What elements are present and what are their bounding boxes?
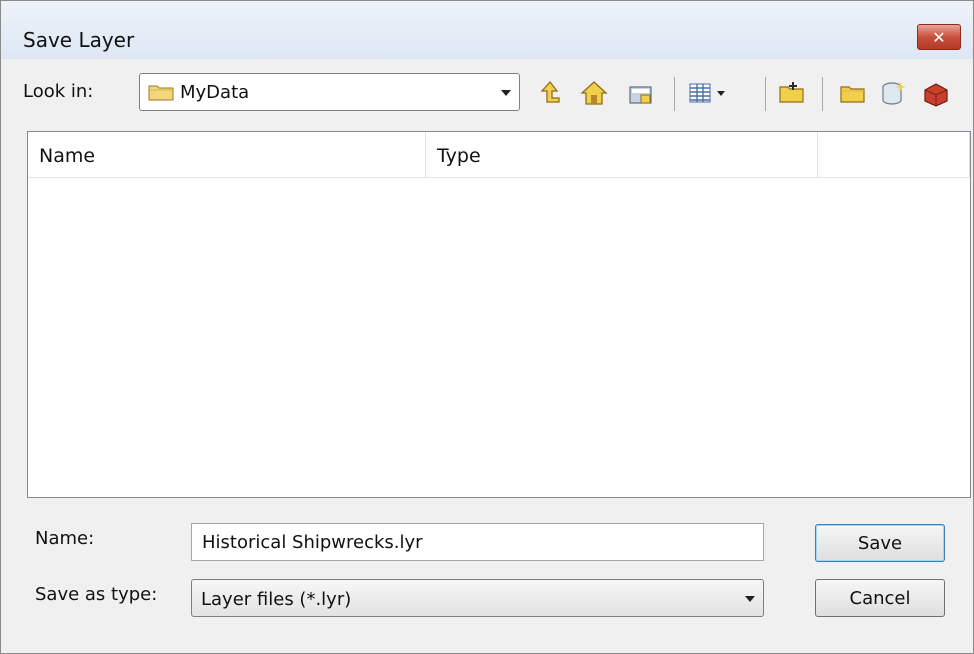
save-as-type-value: Layer files (*.lyr) xyxy=(201,589,352,610)
save-button[interactable]: Save xyxy=(815,524,945,562)
save-layer-dialog: Save Layer ✕ Look in: MyData Name Type N… xyxy=(0,0,974,654)
toolbar-separator xyxy=(765,77,766,111)
name-label: Name: xyxy=(35,528,95,549)
toolbox-icon[interactable] xyxy=(921,78,951,108)
new-file-geodatabase-icon[interactable] xyxy=(838,78,868,108)
home-folder-icon[interactable] xyxy=(579,78,609,108)
save-as-type-label: Save as type: xyxy=(35,584,158,605)
column-header-name[interactable]: Name xyxy=(28,132,426,178)
file-list[interactable]: Name Type xyxy=(27,131,971,498)
views-icon[interactable] xyxy=(687,78,727,108)
up-one-level-icon[interactable] xyxy=(535,78,565,108)
look-in-combo[interactable]: MyData xyxy=(139,73,520,111)
cancel-button[interactable]: Cancel xyxy=(815,579,945,617)
save-as-type-combo[interactable]: Layer files (*.lyr) xyxy=(191,579,764,617)
chevron-down-icon[interactable] xyxy=(745,596,755,602)
new-folder-icon[interactable] xyxy=(777,78,807,108)
toolbar-separator xyxy=(822,77,823,111)
look-in-value: MyData xyxy=(180,82,250,103)
close-button[interactable]: ✕ xyxy=(917,24,961,50)
look-in-label: Look in: xyxy=(23,81,94,102)
close-icon: ✕ xyxy=(932,27,946,47)
connect-folder-icon[interactable] xyxy=(626,78,656,108)
folder-icon xyxy=(148,85,174,101)
window-title: Save Layer xyxy=(23,28,135,52)
title-bar: Save Layer ✕ xyxy=(1,1,973,59)
column-header-type[interactable]: Type xyxy=(426,132,818,178)
new-database-icon[interactable] xyxy=(878,78,908,108)
chevron-down-icon[interactable] xyxy=(501,90,511,96)
toolbar-separator xyxy=(674,77,675,111)
column-header-blank[interactable] xyxy=(818,132,970,178)
name-field[interactable] xyxy=(191,523,764,561)
